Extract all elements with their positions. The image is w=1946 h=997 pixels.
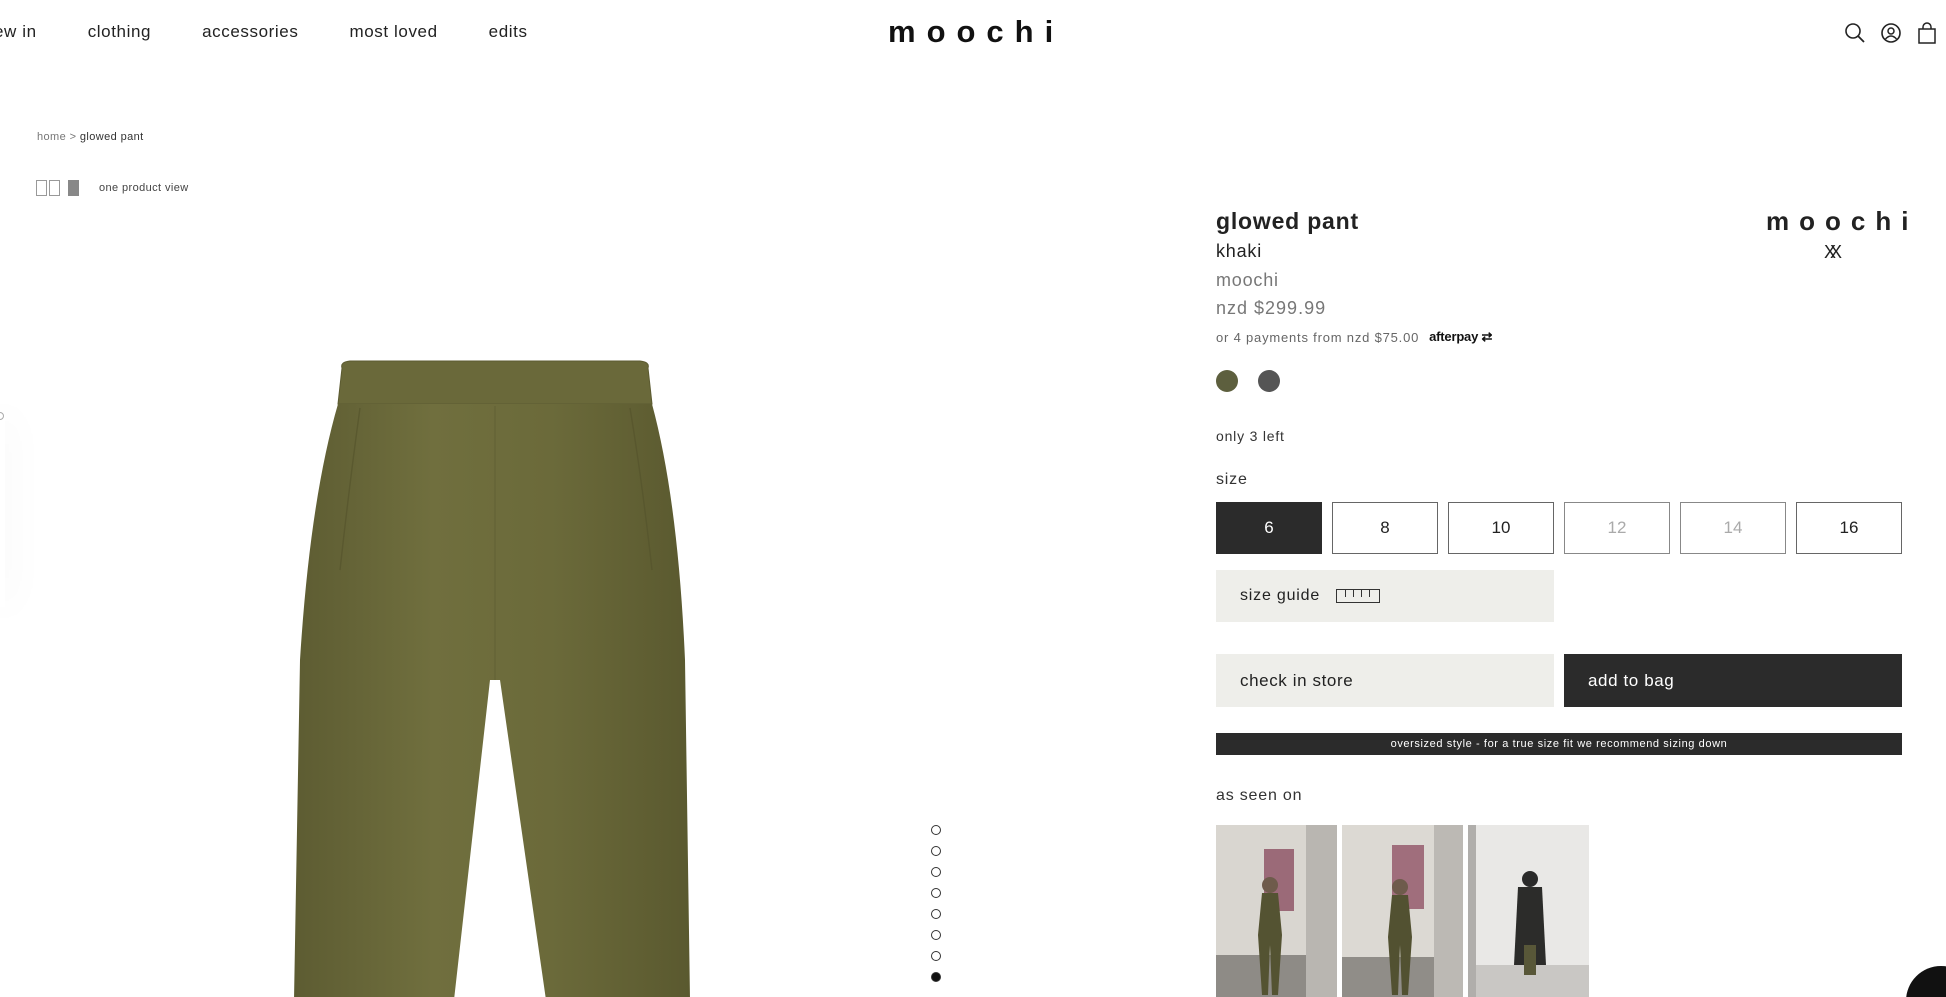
- nav-edits[interactable]: edits: [489, 22, 528, 42]
- breadcrumb-home[interactable]: home: [37, 131, 66, 143]
- site-logo[interactable]: moochi: [888, 14, 1064, 50]
- view-label: one product view: [99, 182, 189, 194]
- pager-dot[interactable]: [931, 909, 941, 919]
- nav-new-in[interactable]: ew in: [0, 22, 37, 42]
- stock-status: only 3 left: [1216, 428, 1285, 444]
- chat-button[interactable]: [1906, 966, 1946, 997]
- as-seen-on-gallery: [1216, 825, 1589, 997]
- size-option-10[interactable]: 10: [1448, 502, 1554, 554]
- breadcrumb: home > glowed pant: [37, 131, 144, 143]
- ruler-icon: [1336, 589, 1381, 603]
- installment-text: or 4 payments from nzd $75.00: [1216, 329, 1420, 345]
- product-image[interactable]: [280, 360, 720, 997]
- colour-swatches: [1216, 370, 1280, 392]
- breadcrumb-current: glowed pant: [79, 131, 144, 143]
- fit-note-banner: oversized style - for a true size fit we…: [1216, 733, 1902, 755]
- size-guide-button[interactable]: size guide: [1216, 570, 1554, 622]
- pager-dot[interactable]: [931, 867, 941, 877]
- pager-dot[interactable]: [931, 951, 941, 961]
- pager-dot[interactable]: [931, 930, 941, 940]
- main-nav: ew in clothing accessories most loved ed…: [0, 22, 579, 42]
- brand-mark-sub: XX: [1824, 242, 1842, 262]
- pager-dot[interactable]: [931, 825, 941, 835]
- view-toggle: one product view: [36, 180, 189, 196]
- size-option-14[interactable]: 14: [1680, 502, 1786, 554]
- size-option-16[interactable]: 16: [1796, 502, 1902, 554]
- product-colour: khaki: [1216, 241, 1263, 261]
- size-option-12[interactable]: 12: [1564, 502, 1670, 554]
- search-icon[interactable]: [1844, 22, 1866, 44]
- product-brand[interactable]: moochi: [1216, 270, 1279, 291]
- brand-mark: moochi: [1766, 206, 1919, 236]
- as-seen-on-photo[interactable]: [1468, 825, 1589, 997]
- side-drawer-tab[interactable]: [0, 415, 5, 607]
- two-column-view-icon[interactable]: [36, 180, 60, 196]
- installment-info: or 4 payments from nzd $75.00 afterpay ⇄: [1216, 329, 1492, 345]
- single-view-icon[interactable]: [68, 180, 79, 196]
- size-option-8[interactable]: 8: [1332, 502, 1438, 554]
- size-guide-label: size guide: [1240, 587, 1321, 604]
- as-seen-on-photo[interactable]: [1216, 825, 1337, 997]
- nav-accessories[interactable]: accessories: [202, 22, 298, 42]
- breadcrumb-separator: >: [69, 131, 77, 143]
- size-options: 6 8 10 12 14 16: [1216, 502, 1902, 554]
- account-icon[interactable]: [1880, 22, 1902, 44]
- image-pager: [931, 825, 941, 982]
- as-seen-on-photo[interactable]: [1342, 825, 1463, 997]
- add-to-bag-button[interactable]: add to bag: [1564, 654, 1902, 707]
- header-icons: [1844, 22, 1938, 44]
- bag-icon[interactable]: [1916, 22, 1938, 44]
- size-option-6[interactable]: 6: [1216, 502, 1322, 554]
- pager-dot[interactable]: [931, 888, 941, 898]
- product-title: glowed pant: [1216, 208, 1359, 234]
- nav-clothing[interactable]: clothing: [88, 22, 151, 42]
- as-seen-on-heading: as seen on: [1216, 787, 1303, 804]
- pager-dot[interactable]: [931, 846, 941, 856]
- swatch-khaki[interactable]: [1216, 370, 1238, 392]
- size-label: size: [1216, 471, 1248, 488]
- check-in-store-button[interactable]: check in store: [1216, 654, 1554, 707]
- swatch-charcoal[interactable]: [1258, 370, 1280, 392]
- afterpay-logo[interactable]: afterpay ⇄: [1429, 329, 1492, 345]
- product-price: nzd $299.99: [1216, 298, 1327, 318]
- pager-dot-active[interactable]: [931, 972, 941, 982]
- nav-most-loved[interactable]: most loved: [349, 22, 437, 42]
